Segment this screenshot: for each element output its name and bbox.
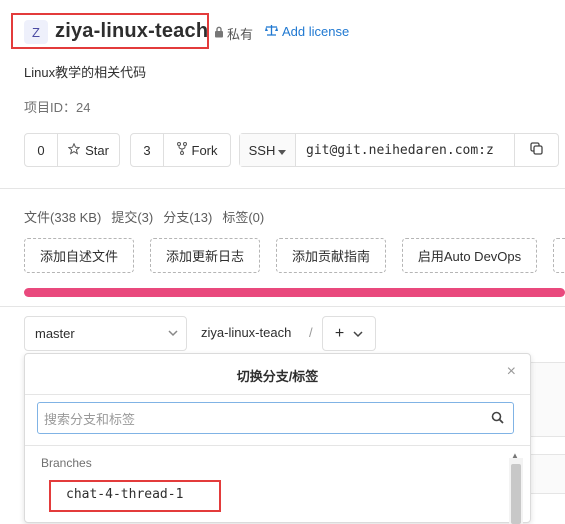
add-license-link[interactable]: Add license <box>265 24 349 39</box>
fork-button[interactable]: Fork <box>163 134 230 166</box>
branch-search-input[interactable]: 搜索分支和标签 <box>37 402 514 434</box>
breadcrumb-project[interactable]: ziya-linux-teach <box>201 325 291 340</box>
copy-icon <box>530 142 543 158</box>
breadcrumb-separator: / <box>309 325 313 340</box>
chevron-down-icon <box>353 325 363 343</box>
dropdown-divider <box>25 445 530 446</box>
star-icon <box>67 142 81 158</box>
visibility-label: 私有 <box>227 27 254 42</box>
star-label: Star <box>85 142 109 158</box>
scale-icon <box>265 24 278 39</box>
branches-section-label: Branches <box>41 456 92 470</box>
stat-tags[interactable]: 标签(0) <box>222 207 264 226</box>
scroll-up-arrow-icon[interactable]: ▲ <box>511 451 519 460</box>
project-description: Linux教学的相关代码 <box>24 65 147 80</box>
highlight-box-branch <box>49 480 221 512</box>
project-stats: 文件(338 KB) 提交(3) 分支(13) 标签(0) <box>24 207 264 226</box>
branch-switch-dropdown: 切换分支/标签 × 搜索分支和标签 Branches chat-4-thread… <box>24 353 531 524</box>
stat-files[interactable]: 文件(338 KB) <box>24 207 101 226</box>
highlight-box-title <box>11 13 209 49</box>
enable-autodevops-button[interactable]: 启用Auto DevOps <box>402 238 537 273</box>
stat-commits[interactable]: 提交(3) <box>111 207 153 226</box>
section-divider <box>0 306 565 307</box>
protocol-label: SSH <box>248 142 276 158</box>
clone-url-input[interactable]: git@git.neihedaren.com:z <box>296 134 514 166</box>
add-changelog-button[interactable]: 添加更新日志 <box>150 238 260 273</box>
star-count[interactable]: 0 <box>25 134 57 166</box>
stat-branches[interactable]: 分支(13) <box>163 207 212 226</box>
add-contributing-button[interactable]: 添加贡献指南 <box>276 238 386 273</box>
fork-icon <box>176 142 187 158</box>
more-quick-actions-button[interactable] <box>553 238 565 273</box>
search-icon <box>491 411 504 427</box>
dropdown-divider <box>25 394 530 395</box>
close-icon[interactable]: × <box>507 363 516 381</box>
add-license-label: Add license <box>282 24 350 39</box>
copy-url-button[interactable] <box>514 134 558 166</box>
star-button[interactable]: Star <box>57 134 119 166</box>
branch-selector-label: master <box>35 326 75 341</box>
dropdown-title: 切换分支/标签 <box>236 369 319 384</box>
visibility-badge: 私有 <box>214 24 253 43</box>
add-readme-button[interactable]: 添加自述文件 <box>24 238 134 273</box>
fork-label: Fork <box>191 142 218 158</box>
add-file-dropdown[interactable]: + <box>322 316 376 351</box>
project-id: 项目ID：24 <box>24 100 91 115</box>
lock-icon <box>214 26 224 41</box>
branch-selector[interactable]: master <box>24 316 187 351</box>
fork-count[interactable]: 3 <box>131 134 163 166</box>
section-divider <box>0 188 565 189</box>
star-group: 0 Star <box>24 133 120 167</box>
chevron-down-icon <box>168 326 178 343</box>
search-placeholder: 搜索分支和标签 <box>44 411 136 427</box>
language-bar <box>24 288 565 297</box>
fork-group: 3 Fork <box>130 133 231 167</box>
clone-group: SSH git@git.neihedaren.com:z <box>239 133 559 167</box>
protocol-dropdown[interactable]: SSH <box>240 134 296 166</box>
scrollbar-thumb[interactable] <box>511 464 521 524</box>
caret-down-icon <box>278 143 287 158</box>
plus-icon: + <box>334 324 345 342</box>
